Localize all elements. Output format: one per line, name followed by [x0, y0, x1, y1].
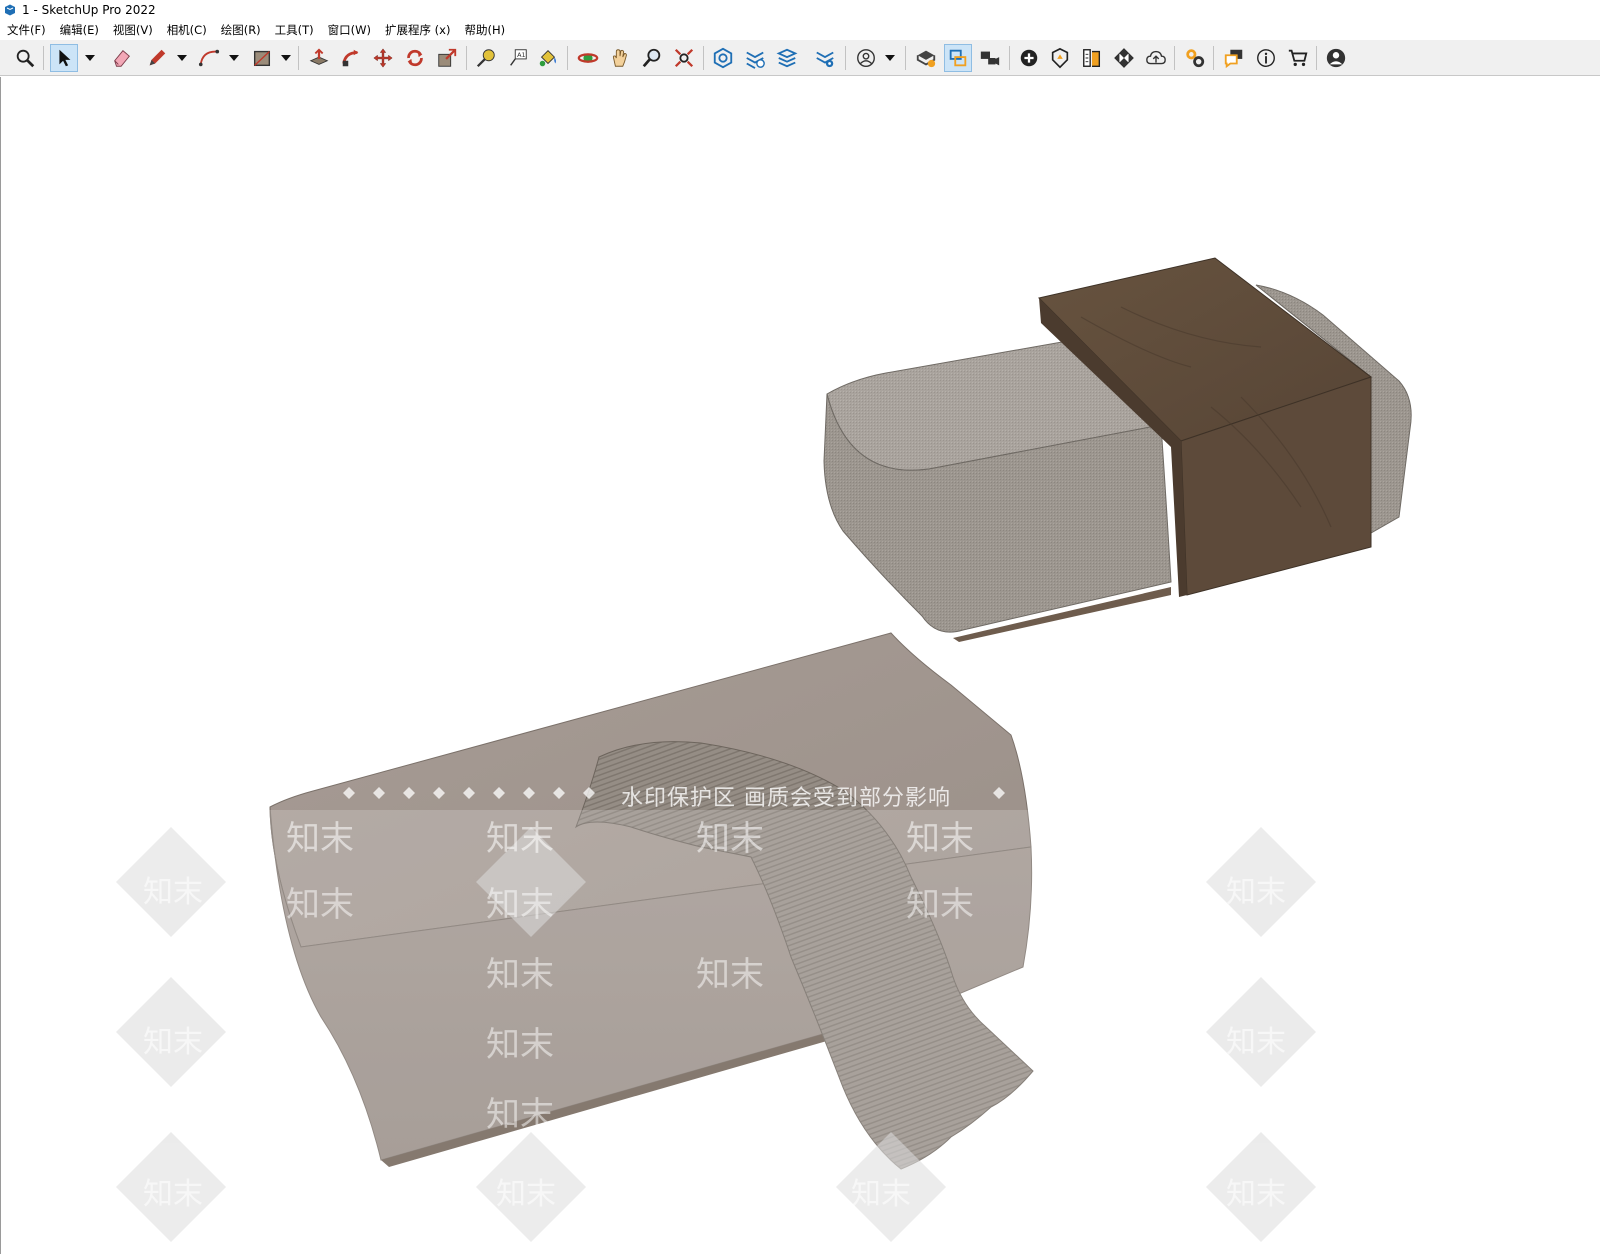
solid-tools-icon[interactable]: [1046, 44, 1074, 72]
rectangle-icon[interactable]: [248, 44, 276, 72]
3d-model-scene: [1, 257, 1600, 1254]
menu-bar: 文件(F) 编辑(E) 视图(V) 相机(C) 绘图(R) 工具(T) 窗口(W…: [0, 20, 1600, 40]
toolbar-separator: [1174, 46, 1175, 70]
rectangle-dropdown-chevron-down-icon[interactable]: [280, 52, 292, 64]
extension-manager-icon[interactable]: [811, 44, 839, 72]
toolbar-separator: [1316, 46, 1317, 70]
title-bar: 1 - SketchUp Pro 2022: [0, 0, 1600, 20]
checker-icon[interactable]: [1110, 44, 1138, 72]
rotate-icon[interactable]: [401, 44, 429, 72]
menu-tools[interactable]: 工具(T): [268, 22, 321, 38]
zoom-window-icon[interactable]: [11, 44, 39, 72]
cloud-upload-icon[interactable]: [1142, 44, 1170, 72]
arc-icon[interactable]: [195, 44, 223, 72]
toolbar-separator: [567, 46, 568, 70]
move-icon[interactable]: [369, 44, 397, 72]
orbit-icon[interactable]: [574, 44, 602, 72]
sandbox-icon[interactable]: [1078, 44, 1106, 72]
follow-me-icon[interactable]: [337, 44, 365, 72]
menu-edit[interactable]: 编辑(E): [53, 22, 106, 38]
user-profile-icon[interactable]: [852, 44, 880, 72]
add-icon[interactable]: [1015, 44, 1043, 72]
pan-hand-icon[interactable]: [606, 44, 634, 72]
toolbar-separator: [845, 46, 846, 70]
drawing-viewport[interactable]: 水印保护区 画质会受到部分影响 知末 知末 知末 知末 知末 知末 知末 知末 …: [0, 77, 1600, 1254]
menu-camera[interactable]: 相机(C): [160, 22, 214, 38]
info-icon[interactable]: [1252, 44, 1280, 72]
scale-icon[interactable]: [433, 44, 461, 72]
account-icon[interactable]: [1322, 44, 1350, 72]
cart-icon[interactable]: [1284, 44, 1312, 72]
advanced-camera-icon[interactable]: [976, 44, 1004, 72]
zoom-icon[interactable]: [638, 44, 666, 72]
main-toolbar: A1: [0, 40, 1600, 76]
add-location-icon[interactable]: [912, 44, 940, 72]
sketchup-logo-icon: [4, 4, 16, 16]
menu-help[interactable]: 帮助(H): [457, 22, 512, 38]
toolbar-separator: [1009, 46, 1010, 70]
svg-text:A1: A1: [517, 51, 525, 59]
toolbar-separator: [1213, 46, 1214, 70]
menu-view[interactable]: 视图(V): [106, 22, 160, 38]
toggle-terrain-icon[interactable]: [944, 44, 972, 72]
eraser-icon[interactable]: [108, 44, 136, 72]
pencil-line-icon[interactable]: [143, 44, 171, 72]
toolbar-separator: [905, 46, 906, 70]
settings-gears-icon[interactable]: [1181, 44, 1209, 72]
window-title: 1 - SketchUp Pro 2022: [22, 3, 156, 17]
extension-warehouse-icon[interactable]: [741, 44, 769, 72]
zoom-extents-icon[interactable]: [670, 44, 698, 72]
toolbar-separator: [298, 46, 299, 70]
paint-bucket-icon[interactable]: [534, 44, 562, 72]
tape-measure-icon[interactable]: [472, 44, 500, 72]
menu-file[interactable]: 文件(F): [0, 22, 53, 38]
layout-icon[interactable]: [773, 44, 801, 72]
pencil-dropdown-chevron-down-icon[interactable]: [176, 52, 188, 64]
select-arrow-icon[interactable]: [50, 44, 78, 72]
menu-window[interactable]: 窗口(W): [321, 22, 378, 38]
watermark-overlay: [1, 787, 1600, 1254]
select-dropdown-chevron-down-icon[interactable]: [84, 52, 96, 64]
menu-draw[interactable]: 绘图(R): [214, 22, 268, 38]
text-label-icon[interactable]: A1: [504, 44, 532, 72]
toolbar-separator: [43, 46, 44, 70]
profile-dropdown-chevron-down-icon[interactable]: [884, 52, 896, 64]
dialog-icon[interactable]: [1220, 44, 1248, 72]
3d-warehouse-icon[interactable]: [709, 44, 737, 72]
watermark-notice: 水印保护区 画质会受到部分影响: [621, 786, 951, 811]
toolbar-separator: [703, 46, 704, 70]
arc-dropdown-chevron-down-icon[interactable]: [228, 52, 240, 64]
push-pull-icon[interactable]: [305, 44, 333, 72]
menu-extensions[interactable]: 扩展程序 (x): [378, 22, 457, 38]
toolbar-separator: [466, 46, 467, 70]
